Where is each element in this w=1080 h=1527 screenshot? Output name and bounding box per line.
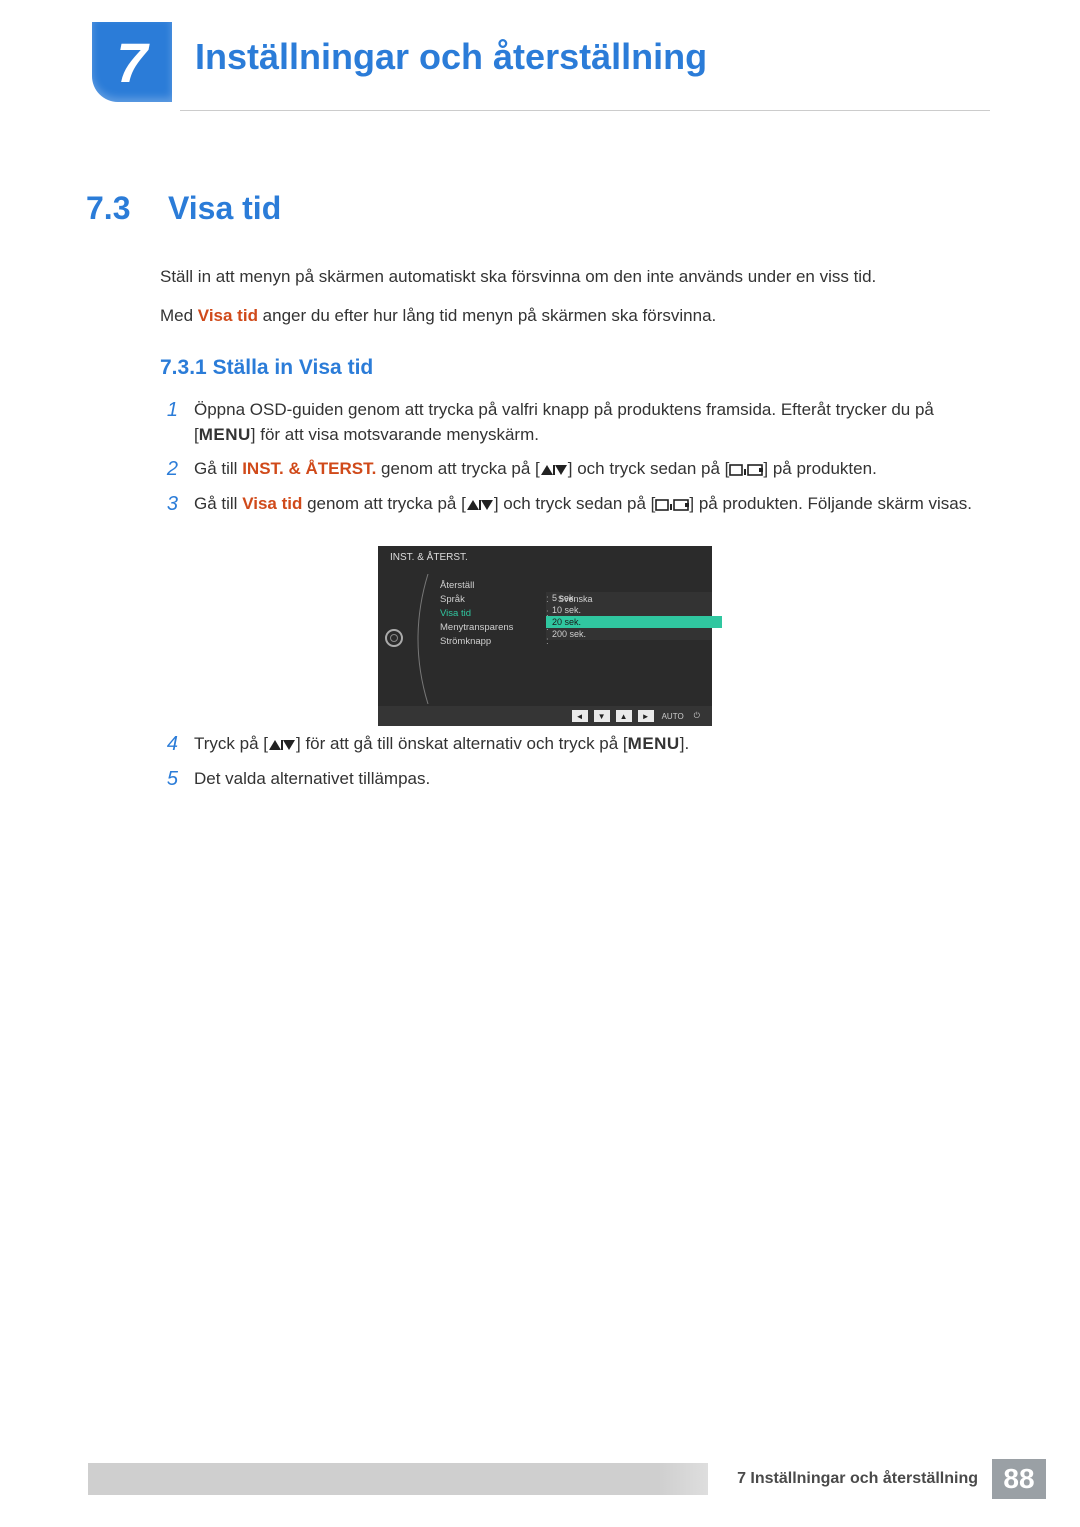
step-number: 2 — [160, 457, 178, 481]
osd-option: 200 sek. — [546, 628, 722, 640]
step-3: 3 Gå till Visa tid genom att trycka på [… — [160, 492, 985, 517]
gear-icon — [385, 629, 403, 647]
nav-down-icon: ▼ — [594, 710, 610, 722]
steps-list-continued: 4 Tryck på [] för att gå till önskat alt… — [160, 732, 985, 801]
osd-menu: Återställ Språk : Svenska Visa tid : Men… — [410, 574, 712, 702]
steps-list: 1 Öppna OSD-guiden genom att trycka på v… — [160, 398, 985, 527]
select-source-icon — [729, 459, 763, 478]
keyword-inst-aterst: INST. & ÅTERST. — [242, 459, 376, 478]
select-source-icon — [655, 494, 689, 513]
section-intro: Ställ in att menyn på skärmen automatisk… — [160, 265, 985, 342]
up-down-icon — [268, 734, 296, 753]
osd-title: INST. & ÅTERST. — [378, 546, 712, 569]
menu-button-label: MENU — [199, 425, 251, 444]
nav-up-icon: ▲ — [616, 710, 632, 722]
osd-row-reset: Återställ — [440, 578, 712, 592]
header-divider — [180, 110, 990, 111]
step-number: 3 — [160, 492, 178, 516]
subsection-title: Ställa in Visa tid — [213, 356, 374, 379]
step-2: 2 Gå till INST. & ÅTERST. genom att tryc… — [160, 457, 985, 482]
osd-option: 5 sek. — [546, 592, 722, 604]
section-title: Visa tid — [168, 190, 281, 227]
chapter-title: Inställningar och återställning — [195, 36, 707, 78]
step-number: 5 — [160, 767, 178, 791]
step-5: 5 Det valda alternativet tillämpas. — [160, 767, 985, 792]
osd-option-selected: 20 sek. — [546, 616, 722, 628]
subsection-heading: 7.3.1 Ställa in Visa tid — [160, 356, 373, 380]
power-icon: ⏻ — [692, 711, 702, 721]
step-4: 4 Tryck på [] för att gå till önskat alt… — [160, 732, 985, 757]
menu-button-label: MENU — [628, 734, 680, 753]
section-heading: 7.3 Visa tid — [86, 190, 990, 227]
step-1: 1 Öppna OSD-guiden genom att trycka på v… — [160, 398, 985, 447]
page-number: 88 — [992, 1459, 1046, 1499]
footer-breadcrumb: 7 Inställningar och återställning — [737, 1470, 978, 1488]
keyword-visa-tid: Visa tid — [198, 306, 258, 325]
subsection-number: 7.3.1 — [160, 356, 207, 379]
keyword-visa-tid: Visa tid — [242, 494, 302, 513]
up-down-icon — [466, 494, 494, 513]
osd-footer: ◄ ▼ ▲ ► AUTO ⏻ — [378, 706, 712, 726]
osd-option: 10 sek. — [546, 604, 722, 616]
up-down-icon — [540, 459, 568, 478]
nav-left-icon: ◄ — [572, 710, 588, 722]
intro-line-1: Ställ in att menyn på skärmen automatisk… — [160, 265, 985, 290]
auto-label: AUTO — [660, 712, 686, 721]
page-footer: 7 Inställningar och återställning 88 — [0, 1459, 1080, 1499]
step-number: 1 — [160, 398, 178, 422]
osd-screenshot: INST. & ÅTERST. Återställ Språk : Svensk… — [378, 546, 712, 726]
step-number: 4 — [160, 732, 178, 756]
section-number: 7.3 — [86, 190, 146, 227]
nav-right-icon: ► — [638, 710, 654, 722]
osd-options-popup: 5 sek. 10 sek. 20 sek. 200 sek. — [546, 592, 722, 640]
intro-line-2: Med Visa tid anger du efter hur lång tid… — [160, 304, 985, 329]
chapter-number-badge: 7 — [92, 22, 172, 102]
